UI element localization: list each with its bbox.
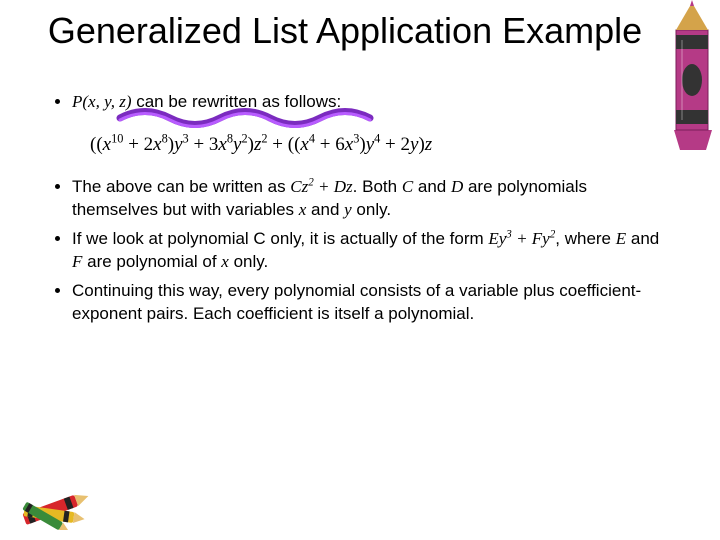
slide-title: Generalized List Application Example — [0, 0, 720, 51]
crayons-icon — [10, 470, 110, 530]
crayon-icon — [660, 0, 720, 150]
list-item: Continuing this way, every polynomial co… — [72, 280, 670, 326]
list-item: If we look at polynomial C only, it is a… — [72, 228, 670, 274]
decorative-swirl — [115, 100, 375, 130]
list-item: The above can be written as Cz2 + Dz. Bo… — [72, 176, 670, 222]
formula-display: ((x10 + 2x8)y3 + 3x8y2)z2 + ((x4 + 6x3)y… — [90, 132, 670, 158]
